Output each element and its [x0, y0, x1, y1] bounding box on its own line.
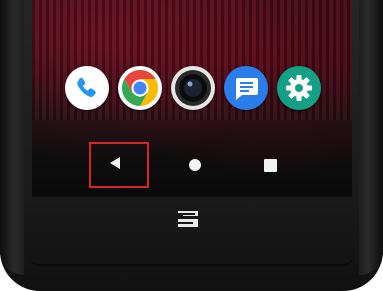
phone-edge-left — [0, 0, 24, 275]
back-icon — [110, 157, 120, 169]
recents-button[interactable] — [264, 159, 277, 172]
navigation-bar — [32, 132, 352, 192]
phone-edge-right — [359, 0, 383, 275]
recents-icon — [264, 159, 277, 172]
bezel-ridge — [28, 254, 354, 266]
phone-body — [0, 0, 383, 291]
settings-app-icon[interactable] — [277, 66, 321, 110]
phone-screen — [32, 0, 352, 197]
crosscall-logo — [176, 208, 200, 230]
home-icon — [189, 159, 201, 171]
back-button[interactable] — [89, 142, 149, 188]
messages-app-icon[interactable] — [224, 66, 268, 110]
app-dock — [65, 66, 321, 110]
chrome-app-icon[interactable] — [118, 66, 162, 110]
phone-app-icon[interactable] — [65, 66, 109, 110]
home-button[interactable] — [189, 159, 201, 171]
camera-app-icon[interactable] — [171, 66, 215, 110]
